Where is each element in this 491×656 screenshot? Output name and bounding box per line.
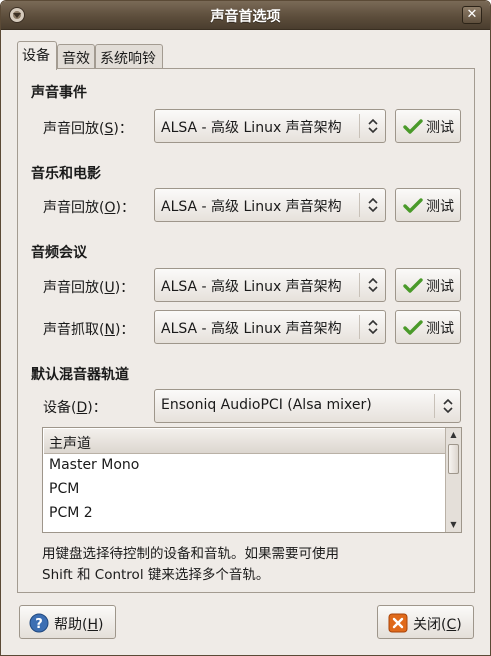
close-button-label: 关闭(C) [413,617,462,633]
sound-events-playback-value: ALSA - 高级 Linux 声音架构 [161,120,342,136]
conferencing-capture-test-label: 测试 [426,321,454,337]
tab-system-bell-label: 系统响铃 [100,51,156,67]
updown-arrows-icon [359,193,385,217]
mixer-device-select[interactable]: Ensoniq AudioPCI (Alsa mixer) [154,389,461,423]
window-title: 声音首选项 [210,9,281,25]
tab-sound-effects[interactable]: 音效 [57,44,95,69]
conferencing-playback-test-button[interactable]: 测试 [395,268,461,302]
music-movies-test-label: 测试 [426,199,454,215]
tab-system-bell[interactable]: 系统响铃 [95,44,163,69]
help-button[interactable]: ? 帮助(H) [19,605,116,639]
updown-arrows-icon [359,273,385,297]
tab-sound-effects-label: 音效 [62,51,90,67]
sound-preferences-window: 声音首选项 ✕ 设备 音效 系统响铃 声音事件 声音回放(S)： ALSA - … [0,0,491,656]
conferencing-capture-label: 声音抓取(N)： [43,322,135,338]
scrollbar-thumb[interactable] [448,444,459,474]
list-item-selected[interactable]: 主声道 [44,429,446,454]
window-close-button[interactable]: ✕ [462,6,482,24]
conferencing-playback-value: ALSA - 高级 Linux 声音架构 [161,279,342,295]
conferencing-playback-select[interactable]: ALSA - 高级 Linux 声音架构 [154,268,386,302]
sound-events-heading: 声音事件 [31,85,87,101]
music-movies-playback-select[interactable]: ALSA - 高级 Linux 声音架构 [154,188,386,222]
list-item[interactable]: Master Mono [49,457,139,473]
list-scrollbar[interactable]: ▲ ▼ [445,428,461,532]
mixer-device-value: Ensoniq AudioPCI (Alsa mixer) [161,397,372,413]
conferencing-capture-value: ALSA - 高级 Linux 声音架构 [161,321,342,337]
svg-text:?: ? [35,617,43,632]
music-movies-playback-label: 声音回放(O)： [43,200,135,216]
help-button-label: 帮助(H) [54,617,104,633]
track-pcm-2: PCM 2 [49,505,93,521]
scroll-down-arrow-icon[interactable]: ▼ [446,518,461,532]
sound-events-playback-label: 声音回放(S)： [43,121,133,137]
mixer-tracks-heading: 默认混音器轨道 [31,367,129,383]
track-pcm: PCM [49,481,80,497]
sound-events-test-label: 测试 [426,120,454,136]
list-item[interactable]: PCM [49,481,79,497]
conferencing-heading: 音频会议 [31,245,87,261]
sound-events-test-button[interactable]: 测试 [395,109,461,143]
updown-arrows-icon [359,315,385,339]
music-movies-test-button[interactable]: 测试 [395,188,461,222]
tab-devices-label: 设备 [22,48,50,64]
mixer-help-line-2: Shift 和 Control 键来选择多个音轨。 [42,567,270,583]
music-movies-heading: 音乐和电影 [31,166,101,182]
conferencing-capture-test-button[interactable]: 测试 [395,310,461,344]
conferencing-playback-test-label: 测试 [426,279,454,295]
conferencing-capture-select[interactable]: ALSA - 高级 Linux 声音架构 [154,310,386,344]
title-bar[interactable]: 声音首选项 ✕ [1,1,490,30]
tab-devices[interactable]: 设备 [17,41,57,70]
scroll-up-arrow-icon[interactable]: ▲ [446,428,461,442]
updown-arrows-icon [359,114,385,138]
updown-arrows-icon [434,394,460,418]
music-movies-playback-value: ALSA - 高级 Linux 声音架构 [161,199,342,215]
mixer-help-line-1: 用键盘选择待控制的设备和音轨。如果需要可使用 [42,546,339,562]
list-item[interactable]: PCM 2 [49,505,93,521]
check-icon [403,119,423,134]
sound-events-playback-select[interactable]: ALSA - 高级 Linux 声音架构 [154,109,386,143]
track-master-mono: Master Mono [49,457,140,473]
conferencing-playback-label: 声音回放(U)： [43,280,135,296]
mixer-tracks-list[interactable]: 主声道 Master Mono PCM PCM 2 ▲ ▼ [42,427,462,533]
mixer-device-label: 设备(D)： [43,400,107,416]
check-icon [403,320,423,335]
check-icon [403,278,423,293]
close-button[interactable]: 关闭(C) [377,605,474,639]
close-icon [388,613,408,633]
help-icon: ? [29,613,49,633]
track-master: 主声道 [49,436,91,452]
check-icon [403,198,423,213]
